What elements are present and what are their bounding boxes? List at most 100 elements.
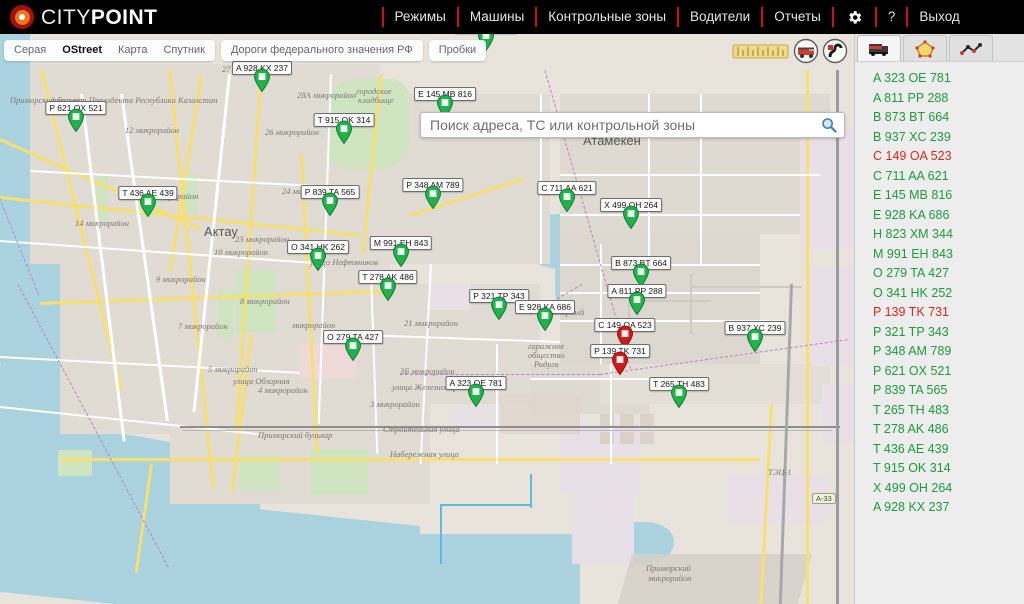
brand-logo[interactable]: CITYPOINT <box>0 5 158 29</box>
map-area-label: кладбище <box>358 95 393 105</box>
vehicle-list[interactable]: A 323 OE 781A 811 PP 288B 873 BT 664B 93… <box>855 62 1024 603</box>
overlay-federal-roads-group: Дороги федерального значения РФ <box>221 40 423 61</box>
main-navigation: Режимы Машины Контрольные зоны Водители … <box>382 0 971 34</box>
gear-icon <box>846 9 863 26</box>
vehicle-list-item[interactable]: E 928 KA 686 <box>855 206 1024 226</box>
map-area-label: 12 микрорайон <box>125 125 179 135</box>
map-area-label: 26 микрорайон <box>265 127 319 137</box>
vehicle-list-item[interactable]: A 811 PP 288 <box>855 89 1024 109</box>
map-area-label: 28А микрорайон <box>297 90 356 100</box>
map-area-label: 8 микрорайон <box>240 296 290 306</box>
layer-btn-map[interactable]: Карта <box>110 40 155 61</box>
map-pin-icon <box>536 307 554 336</box>
map-tools <box>732 38 848 64</box>
overlay-traffic-group: Пробки <box>429 40 486 61</box>
vehicle-list-item[interactable]: A 323 OE 781 <box>855 69 1024 89</box>
map-area-label: ТЭЦ-1 <box>768 467 792 477</box>
map-pin-icon <box>746 328 764 357</box>
vehicle-list-item[interactable]: E 145 MB 816 <box>855 186 1024 206</box>
vehicle-list-item[interactable]: H 823 XM 344 <box>855 225 1024 245</box>
logout-button[interactable]: Выход <box>908 0 970 34</box>
route-track-icon <box>960 41 982 57</box>
map-area-label: 14 микрорайон <box>75 218 129 228</box>
top-header-bar: CITYPOINT Режимы Машины Контрольные зоны… <box>0 0 1024 34</box>
map-viewport[interactable]: АктауАтамекен27 микрорайон28А микрорайон… <box>0 34 854 604</box>
vehicle-list-item[interactable]: B 873 BT 664 <box>855 108 1024 128</box>
map-pin-icon <box>424 185 442 214</box>
vehicle-list-item[interactable]: P 348 AM 789 <box>855 342 1024 362</box>
overlay-btn-traffic[interactable]: Пробки <box>431 40 484 61</box>
vehicle-list-item[interactable]: T 265 TH 483 <box>855 401 1024 421</box>
ruler-icon <box>732 41 790 61</box>
vehicle-list-item[interactable]: O 279 TA 427 <box>855 264 1024 284</box>
brand-name-part1: CITY <box>41 6 91 29</box>
map-pin-icon <box>309 247 327 276</box>
map-area-label: улица Обзорная <box>233 376 290 386</box>
vehicle-list-item[interactable]: T 915 OK 314 <box>855 459 1024 479</box>
layer-btn-gray[interactable]: Серая <box>6 40 54 61</box>
menu-item-control-zones[interactable]: Контрольные зоны <box>537 0 677 34</box>
menu-item-vehicles[interactable]: Машины <box>459 0 535 34</box>
vehicle-list-item[interactable]: A 928 KX 237 <box>855 498 1024 518</box>
map-pin-icon <box>490 296 508 325</box>
map-pin-icon <box>379 277 397 306</box>
map-area-label: Набережная улица <box>390 449 459 459</box>
vehicle-list-item[interactable]: P 139 TK 731 <box>855 303 1024 323</box>
search-icon <box>821 117 837 133</box>
vehicle-list-item[interactable]: C 149 OA 523 <box>855 147 1024 167</box>
search-button[interactable] <box>814 117 844 133</box>
map-area-label: 4 микрорайон <box>258 385 308 395</box>
map-area-label: Приморский бульвар <box>258 430 332 440</box>
map-pin-icon <box>670 384 688 413</box>
ruler-tool-button[interactable] <box>732 41 790 61</box>
vehicle-list-item[interactable]: T 436 AE 439 <box>855 440 1024 460</box>
map-pin-icon <box>467 383 485 412</box>
sidebar-tab-zones[interactable] <box>903 35 947 61</box>
overlay-btn-federal-roads[interactable]: Дороги федерального значения РФ <box>223 40 421 61</box>
vehicle-list-item[interactable]: M 991 EH 843 <box>855 245 1024 265</box>
vehicle-list-item[interactable]: C 711 AA 621 <box>855 167 1024 187</box>
vehicle-list-item[interactable]: P 621 OX 521 <box>855 362 1024 382</box>
brand-name: CITYPOINT <box>41 7 158 28</box>
layer-btn-ostreet[interactable]: OStreet <box>54 40 110 61</box>
vehicle-list-item[interactable]: B 937 XC 239 <box>855 128 1024 148</box>
map-pin-icon <box>67 108 85 137</box>
vehicle-list-item[interactable]: X 499 OH 264 <box>855 479 1024 499</box>
map-area-label: 21 микрорайон <box>404 318 458 328</box>
map-area-label: Радуга <box>534 359 559 369</box>
map-area-label: микрорайон <box>648 573 691 583</box>
map-pin-alarm-icon <box>611 351 629 380</box>
layer-btn-satellite[interactable]: Спутник <box>155 40 212 61</box>
vehicle-list-item[interactable]: T 278 AK 486 <box>855 420 1024 440</box>
map-pin-icon <box>558 188 576 217</box>
menu-item-drivers[interactable]: Водители <box>679 0 761 34</box>
map-layer-switcher: Серая OStreet Карта Спутник Дороги федер… <box>4 40 486 61</box>
vehicle-tool-button[interactable] <box>793 38 819 64</box>
sidebar-tab-vehicles[interactable] <box>857 35 901 61</box>
vehicle-list-item[interactable]: P 321 TP 343 <box>855 323 1024 343</box>
map-pin-icon <box>344 337 362 366</box>
search-bar[interactable] <box>420 112 845 138</box>
map-area-label: микрорайон <box>292 320 335 330</box>
help-button[interactable]: ? <box>877 0 907 34</box>
map-area-label: 3 микрорайон <box>370 399 420 409</box>
map-pin-icon <box>253 68 271 97</box>
map-pin-icon <box>321 192 339 221</box>
map-pin-icon <box>628 291 646 320</box>
settings-button[interactable] <box>834 9 875 26</box>
search-input[interactable] <box>421 117 814 133</box>
sidebar-tab-tracks[interactable] <box>949 35 993 61</box>
menu-item-modes[interactable]: Режимы <box>384 0 457 34</box>
route-tool-button[interactable] <box>822 38 848 64</box>
vehicle-list-item[interactable]: P 839 TA 565 <box>855 381 1024 401</box>
map-area-label: Актау <box>204 224 238 239</box>
map-area-label: 10 микрорайон <box>214 247 268 257</box>
map-area-label: 5 микрорайон <box>208 364 258 374</box>
menu-item-reports[interactable]: Отчеты <box>763 0 832 34</box>
map-pin-icon <box>622 205 640 234</box>
base-layer-group: Серая OStreet Карта Спутник <box>4 40 215 61</box>
target-dot-icon <box>10 5 34 29</box>
brand-name-part2: POINT <box>91 6 158 29</box>
vehicle-list-item[interactable]: O 341 HK 252 <box>855 284 1024 304</box>
map-area-label: 23 микрорайон <box>235 234 289 244</box>
